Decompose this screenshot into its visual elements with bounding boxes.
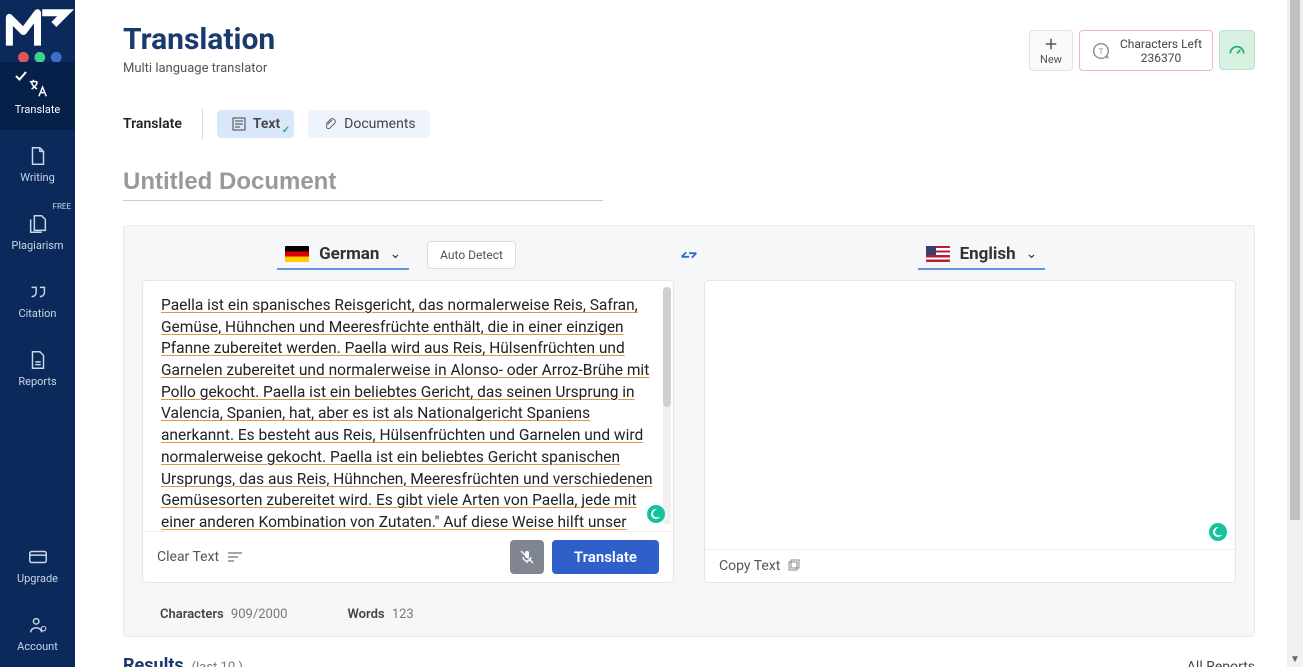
stat-value: 909/2000	[231, 607, 288, 622]
sidebar-item-label: Account	[17, 640, 58, 653]
stat-label: Words	[347, 607, 384, 622]
page-subtitle: Multi language translator	[123, 61, 275, 76]
translate-button[interactable]: Translate	[552, 540, 659, 574]
stat-label: Characters	[160, 607, 224, 622]
source-language-select[interactable]: German ⌄	[277, 240, 409, 270]
account-icon	[27, 614, 49, 636]
target-textarea[interactable]	[705, 281, 1235, 531]
grammarly-icon[interactable]	[647, 505, 665, 523]
files-icon	[27, 213, 49, 235]
sidebar-item-label: Plagiarism	[11, 239, 63, 252]
words-stat: Words 123	[347, 607, 413, 622]
target-lang-name: English	[960, 244, 1016, 264]
quote-icon	[27, 281, 49, 303]
copy-text-label: Copy Text	[719, 558, 780, 574]
results-row: Results (last 10 ) All Reports	[123, 655, 1255, 667]
header: Translation Multi language translator Ne…	[75, 0, 1303, 76]
card-icon	[27, 546, 49, 568]
stats-row: Characters 909/2000 Words 123	[124, 597, 1254, 636]
sidebar-item-label: Writing	[20, 171, 55, 184]
chars-left-label: Characters Left	[1120, 37, 1202, 51]
characters-stat: Characters 909/2000	[160, 607, 287, 622]
sidebar-item-label: Upgrade	[17, 572, 58, 585]
subnav: Translate Text ✓ Documents	[75, 76, 1303, 140]
new-button[interactable]: New	[1029, 30, 1073, 71]
sidebar-item-plagiarism[interactable]: FREE Plagiarism	[0, 198, 75, 266]
sidebar-item-label: Citation	[18, 307, 56, 320]
chevron-down-icon: ⌄	[1026, 246, 1038, 262]
usa-flag-icon	[926, 246, 950, 262]
source-scrollbar[interactable]	[663, 287, 671, 525]
germany-flag-icon	[285, 246, 309, 262]
grammarly-icon[interactable]	[1209, 523, 1227, 541]
document-title-wrap	[123, 164, 1303, 201]
page-scrollbar[interactable]: ▼	[1287, 0, 1303, 667]
characters-left-box[interactable]: T Characters Left 236370	[1079, 30, 1213, 71]
subnav-label: Translate	[123, 108, 203, 140]
source-pane: Paella ist ein spanisches Reisgericht, d…	[142, 280, 674, 583]
source-lang-name: German	[319, 244, 379, 264]
file-icon	[27, 145, 49, 167]
swap-icon	[678, 244, 700, 266]
check-icon	[14, 68, 28, 87]
sidebar-item-reports[interactable]: Reports	[0, 334, 75, 402]
translate-box: German ⌄ Auto Detect English ⌄	[123, 225, 1255, 637]
sidebar-item-translate[interactable]: Translate	[0, 62, 75, 130]
chevron-down-icon: ⌄	[389, 246, 401, 262]
mic-off-icon	[519, 549, 535, 565]
clear-text-label: Clear Text	[157, 549, 219, 565]
plus-icon	[1042, 35, 1060, 53]
sidebar-item-writing[interactable]: Writing	[0, 130, 75, 198]
tab-label: Documents	[344, 116, 415, 132]
sidebar-item-account[interactable]: Account	[0, 599, 75, 667]
target-pane: Copy Text	[704, 280, 1236, 583]
report-icon	[27, 349, 49, 371]
text-icon	[231, 116, 247, 132]
copy-icon	[786, 559, 800, 573]
sidebar: Translate Writing FREE Plagiarism Citati…	[0, 0, 75, 667]
auto-detect-button[interactable]: Auto Detect	[427, 241, 516, 269]
document-title-input[interactable]	[123, 164, 603, 201]
main-content: Translation Multi language translator Ne…	[75, 0, 1303, 667]
sidebar-item-upgrade[interactable]: Upgrade	[0, 531, 75, 599]
speed-button[interactable]	[1219, 30, 1255, 70]
tab-documents[interactable]: Documents	[308, 110, 429, 138]
clear-text-button[interactable]: Clear Text	[157, 549, 243, 565]
page-title: Translation	[123, 22, 275, 57]
mic-button[interactable]	[510, 540, 544, 574]
chars-left-value: 236370	[1141, 51, 1181, 65]
copy-text-button[interactable]: Copy Text	[719, 558, 800, 574]
sidebar-item-label: Translate	[15, 103, 61, 116]
sidebar-item-citation[interactable]: Citation	[0, 266, 75, 334]
source-textarea[interactable]: Paella ist ein spanisches Reisgericht, d…	[143, 281, 673, 531]
new-label: New	[1040, 53, 1062, 66]
tab-label: Text	[253, 116, 280, 132]
check-icon: ✓	[282, 125, 290, 136]
translate-icon	[27, 77, 49, 99]
clear-icon	[227, 551, 243, 563]
logo[interactable]	[0, 0, 75, 62]
scroll-down-icon: ▼	[1290, 654, 1300, 665]
char-count-icon: T	[1090, 40, 1112, 62]
source-text-content: Paella ist ein spanisches Reisgericht, d…	[161, 296, 653, 531]
sidebar-item-label: Reports	[18, 375, 56, 388]
gauge-icon	[1227, 40, 1247, 60]
free-badge: FREE	[53, 202, 71, 211]
stat-value: 123	[392, 607, 414, 622]
results-last10: (last 10 )	[192, 660, 243, 667]
swap-languages-button[interactable]	[669, 244, 709, 266]
target-language-select[interactable]: English ⌄	[918, 240, 1046, 270]
svg-text:T: T	[1099, 46, 1104, 55]
all-reports-link[interactable]: All Reports	[1187, 659, 1255, 667]
tab-text[interactable]: Text ✓	[217, 110, 294, 138]
attachment-icon	[322, 116, 338, 132]
results-label: Results	[123, 655, 184, 667]
